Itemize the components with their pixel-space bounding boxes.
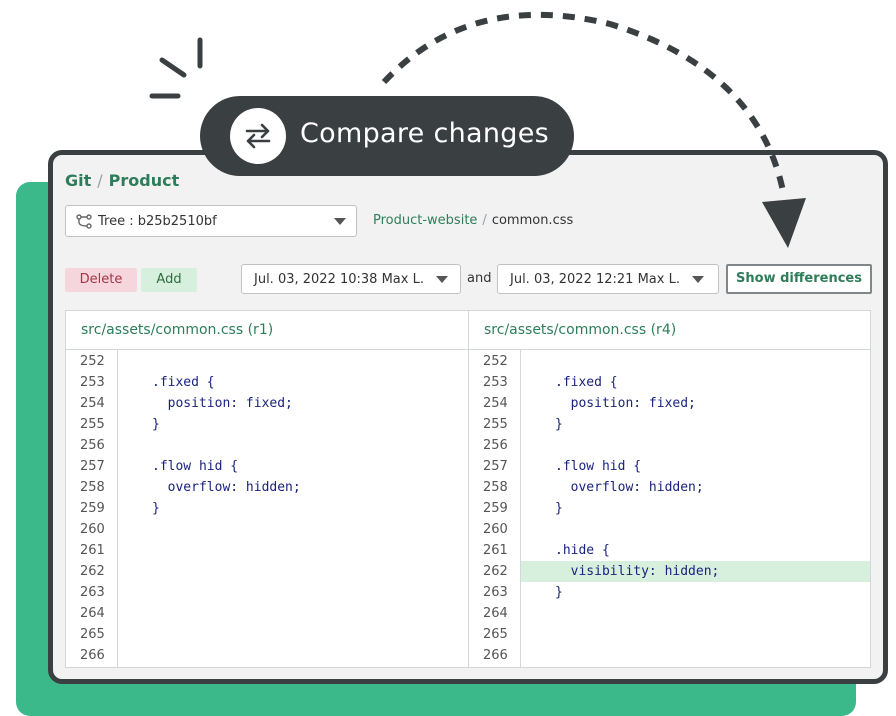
compare-changes-banner: Compare changes: [200, 96, 574, 176]
banner-title: Compare changes: [300, 118, 549, 149]
swap-arrows-icon: [230, 108, 286, 164]
